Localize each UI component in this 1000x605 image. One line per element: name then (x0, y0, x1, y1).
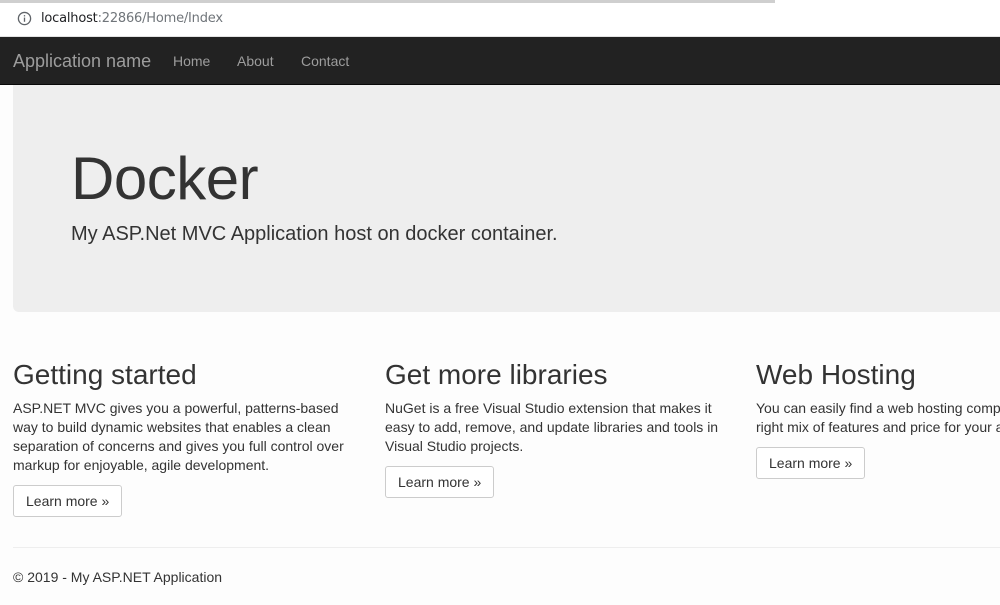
column-text-line: You can easily find a web hosting compar (756, 400, 1000, 416)
browser-address-bar: localhost:22866/Home/Index (0, 0, 1000, 37)
browser-top-edge (0, 0, 775, 3)
column-getting-started: Getting started ASP.NET MVC gives you a … (13, 358, 363, 517)
url-path: :22866/Home/Index (97, 11, 223, 26)
navbar: Application name Home About Contact (0, 37, 1000, 85)
jumbotron-lead: My ASP.Net MVC Application host on docke… (71, 223, 558, 245)
column-get-more-libraries: Get more libraries NuGet is a free Visua… (385, 358, 735, 498)
column-web-hosting: Web Hosting You can easily find a web ho… (756, 358, 1000, 479)
nav-home-link[interactable]: Home (173, 53, 210, 69)
column-text: NuGet is a free Visual Studio extension … (385, 400, 719, 454)
column-heading: Web Hosting (756, 359, 916, 390)
learn-more-button[interactable]: Learn more » (13, 485, 123, 517)
column-text: ASP.NET MVC gives you a powerful, patter… (13, 400, 344, 473)
url-field[interactable]: localhost:22866/Home/Index (41, 11, 223, 26)
footer-text: © 2019 - My ASP.NET Application (13, 569, 223, 585)
info-icon[interactable] (17, 11, 32, 26)
footer-divider (13, 547, 1000, 548)
column-heading: Getting started (13, 359, 197, 390)
column-text-line: right mix of features and price for your… (756, 419, 1000, 435)
learn-more-button[interactable]: Learn more » (756, 447, 866, 479)
column-heading: Get more libraries (385, 359, 608, 390)
column-text: You can easily find a web hosting compar… (756, 399, 1000, 437)
jumbotron-title: Docker (71, 145, 259, 212)
nav-contact-link[interactable]: Contact (301, 53, 349, 69)
brand-link[interactable]: Application name (13, 51, 151, 72)
nav-about-link[interactable]: About (237, 53, 274, 69)
learn-more-button[interactable]: Learn more » (385, 466, 495, 498)
url-host: localhost (41, 11, 98, 26)
jumbotron: Docker My ASP.Net MVC Application host o… (13, 85, 1000, 312)
